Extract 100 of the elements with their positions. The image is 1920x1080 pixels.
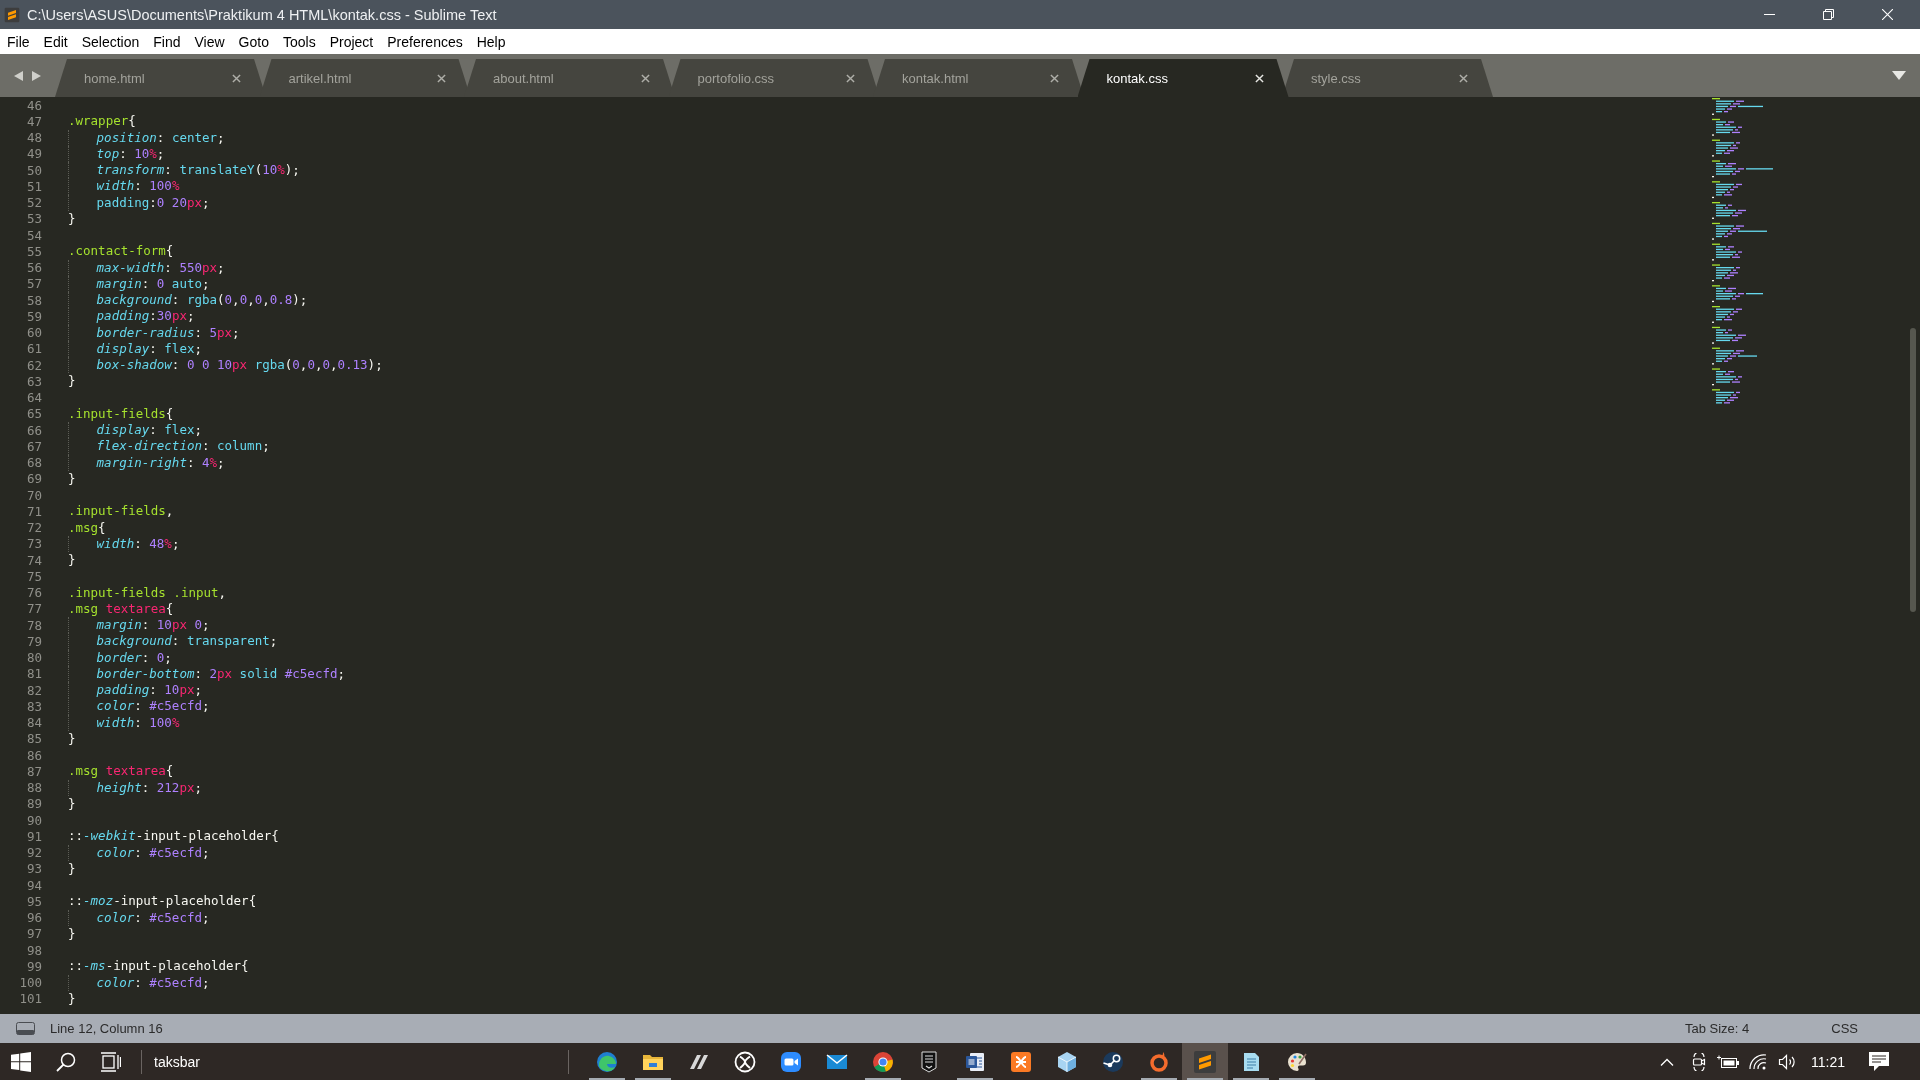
code-line: box-shadow: 0 0 10px rgba(0,0,0,0.13); xyxy=(96,357,383,374)
video-camera-icon xyxy=(779,1049,803,1074)
search-icon[interactable] xyxy=(56,1051,76,1072)
cursor-position: Line 12, Column 16 xyxy=(50,1021,163,1036)
linkage-circle-icon xyxy=(1101,1049,1125,1074)
code-line: ::-ms-input-placeholder{ xyxy=(68,958,249,975)
line-number: 81 xyxy=(26,666,42,682)
battery-icon[interactable] xyxy=(1717,1054,1739,1069)
line-number: 79 xyxy=(26,633,42,649)
menu-item[interactable]: Tools xyxy=(275,33,323,50)
code-line: position: center; xyxy=(96,129,225,146)
code-line: } xyxy=(68,795,76,812)
menu-item[interactable]: Help xyxy=(469,33,513,50)
line-number: 80 xyxy=(26,650,42,666)
line-number: 87 xyxy=(26,763,42,779)
line-number: 83 xyxy=(26,698,42,714)
tab[interactable]: kontak.css xyxy=(1077,59,1289,97)
running-indicator xyxy=(1187,1078,1223,1080)
app-logo-icon xyxy=(1193,1049,1217,1074)
line-number: 60 xyxy=(26,325,42,341)
running-indicator xyxy=(865,1078,901,1080)
task-view-icon[interactable] xyxy=(101,1051,121,1072)
line-number: 93 xyxy=(26,861,42,877)
restore-icon[interactable] xyxy=(1823,9,1834,20)
knot-tile-icon xyxy=(1009,1049,1033,1074)
line-number: 58 xyxy=(26,292,42,308)
code-line: background: rgba(0,0,0,0.8); xyxy=(96,292,308,309)
syntax-label[interactable]: CSS xyxy=(1831,1021,1858,1036)
code-line: top: 10%; xyxy=(96,145,165,162)
line-number: 56 xyxy=(26,260,42,276)
line-number: 78 xyxy=(26,617,42,633)
line-number: 75 xyxy=(26,568,42,584)
menu-item[interactable]: Preferences xyxy=(380,33,470,50)
line-number: 51 xyxy=(26,178,42,194)
code-line: max-width: 550px; xyxy=(96,259,225,276)
code-line: color: #c5ecfd; xyxy=(96,909,210,926)
line-number: 52 xyxy=(26,195,42,211)
line-number: 54 xyxy=(26,227,42,243)
menu-item[interactable]: Goto xyxy=(231,33,276,50)
camera-icon[interactable] xyxy=(1691,1052,1707,1071)
line-number: 94 xyxy=(26,877,42,893)
code-line: flex-direction: column; xyxy=(96,438,270,455)
code-line: width: 48%; xyxy=(96,535,180,552)
running-indicator xyxy=(589,1078,625,1080)
line-number: 64 xyxy=(26,390,42,406)
code-line: color: #c5ecfd; xyxy=(96,698,210,715)
code-line: color: #c5ecfd; xyxy=(96,974,210,991)
line-number: 59 xyxy=(26,308,42,324)
line-number: 50 xyxy=(26,162,42,178)
code-line: } xyxy=(68,925,76,942)
menu-item[interactable]: Project xyxy=(322,33,381,50)
line-number: 96 xyxy=(26,910,42,926)
chevron-up-icon[interactable] xyxy=(1660,1057,1674,1066)
left-triangle-icon[interactable] xyxy=(14,70,23,81)
line-number: 82 xyxy=(26,682,42,698)
running-indicator xyxy=(1141,1078,1177,1080)
menu-item[interactable]: Edit xyxy=(36,33,75,50)
code-line: .msg{ xyxy=(68,519,106,536)
line-number: 89 xyxy=(26,796,42,812)
down-triangle-icon[interactable] xyxy=(1892,71,1906,80)
line-number: 90 xyxy=(26,812,42,828)
line-number: 68 xyxy=(26,455,42,471)
line-number: 91 xyxy=(26,828,42,844)
code-line: margin: 0 auto; xyxy=(96,275,210,292)
line-number: 73 xyxy=(26,536,42,552)
notification-icon[interactable] xyxy=(1869,1052,1889,1071)
clock[interactable]: 11:21 xyxy=(1811,1053,1845,1070)
code-line: padding:30px; xyxy=(96,308,195,325)
code-line: transform: translateY(10%); xyxy=(96,162,300,179)
toolbar-label: taksbar xyxy=(154,1053,200,1070)
code-line: background: transparent; xyxy=(96,633,278,650)
start-icon[interactable] xyxy=(11,1051,31,1072)
line-number: 86 xyxy=(26,747,42,763)
code-line: ::-webkit-input-placeholder{ xyxy=(68,828,279,845)
code-line: .wrapper{ xyxy=(68,113,136,130)
line-number: 85 xyxy=(26,731,42,747)
line-number: 67 xyxy=(26,438,42,454)
line-number: 98 xyxy=(26,942,42,958)
line-number: 97 xyxy=(26,926,42,942)
window-title: C:\Users\ASUS\Documents\Praktikum 4 HTML\kontak.css - Sublime Text xyxy=(27,6,497,23)
cube-icon xyxy=(1055,1049,1079,1074)
menu-item[interactable]: Find xyxy=(146,33,188,50)
code-line: display: flex; xyxy=(96,340,202,357)
speaker-icon[interactable] xyxy=(1778,1052,1796,1071)
line-number: 77 xyxy=(26,601,42,617)
wifi-icon[interactable] xyxy=(1749,1053,1767,1070)
code-line: width: 100% xyxy=(96,714,180,731)
running-indicator xyxy=(957,1078,993,1080)
scrollbar-thumb[interactable] xyxy=(1910,328,1916,612)
menu-item[interactable]: Selection xyxy=(74,33,147,50)
right-triangle-icon[interactable] xyxy=(32,70,41,81)
panel-icon[interactable] xyxy=(16,1022,35,1035)
code-line: width: 100% xyxy=(96,178,180,195)
tab-size[interactable]: Tab Size: 4 xyxy=(1684,1021,1750,1036)
menu-item[interactable]: View xyxy=(187,33,232,50)
code-line: .input-fields{ xyxy=(68,405,174,422)
menu-item[interactable]: File xyxy=(0,33,37,50)
code-line: height: 212px; xyxy=(96,779,202,796)
code-line: } xyxy=(68,470,76,487)
app-logo-icon xyxy=(4,6,20,23)
